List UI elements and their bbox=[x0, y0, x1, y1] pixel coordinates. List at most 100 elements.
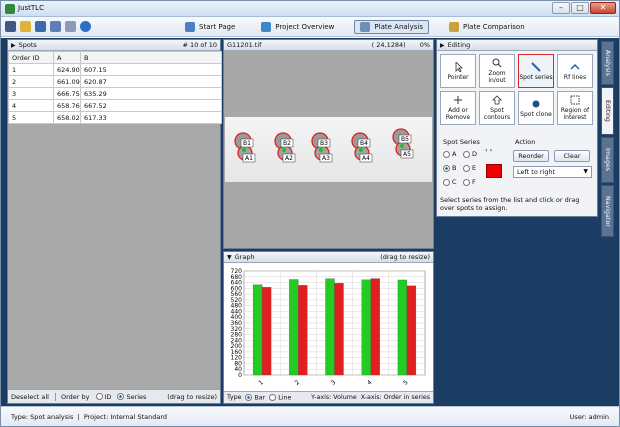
column-header[interactable]: Order ID bbox=[8, 51, 54, 64]
radio-circle bbox=[463, 164, 470, 172]
spot-center-marker bbox=[359, 148, 363, 152]
x-tick-label: 3 bbox=[330, 379, 338, 387]
spots-count: # 10 of 10 bbox=[182, 41, 217, 49]
tool-label: Region of interest bbox=[560, 107, 590, 121]
editing-header[interactable]: ▶ Editing bbox=[437, 40, 597, 51]
plate-spot-2[interactable]: B2 A2 bbox=[274, 132, 296, 163]
series-radio-d[interactable]: D bbox=[463, 150, 477, 158]
bar-b-3 bbox=[334, 283, 344, 376]
bar-a-5 bbox=[397, 279, 408, 376]
cell[interactable]: 4 bbox=[8, 99, 54, 112]
spots-title: Spots bbox=[18, 41, 37, 49]
drag-hint: (drag to resize) bbox=[380, 253, 430, 261]
radio-label: ID bbox=[104, 392, 112, 401]
cell[interactable]: 661.09 bbox=[53, 75, 81, 88]
add-remove-tool-button[interactable]: Add or Remove bbox=[440, 91, 476, 125]
open-icon[interactable] bbox=[20, 21, 31, 32]
radio-label: Bar bbox=[254, 394, 266, 402]
cell[interactable]: 667.52 bbox=[80, 99, 222, 112]
tab-navigator[interactable]: Navigator bbox=[601, 185, 614, 237]
tool-label: Spot contours bbox=[483, 107, 511, 121]
series-radio-a[interactable]: A bbox=[443, 150, 456, 158]
tab-label: Plate Comparison bbox=[463, 23, 525, 31]
menu-icon[interactable] bbox=[5, 21, 16, 32]
spot-series-tool-button[interactable]: Spot series bbox=[518, 54, 554, 88]
table-row[interactable]: 5 658.02 617.33 bbox=[8, 111, 222, 124]
column-header[interactable]: A bbox=[53, 51, 81, 64]
table-row[interactable]: 2 661.09 620.87 bbox=[8, 75, 222, 88]
rf-lines-icon bbox=[570, 63, 580, 70]
pointer-tool-button[interactable]: Pointer bbox=[440, 54, 476, 88]
tab-start-page[interactable]: Start Page bbox=[179, 20, 241, 34]
collapse-icon[interactable]: ▶ bbox=[440, 42, 445, 49]
rf-lines-tool-button[interactable]: Rf lines bbox=[557, 54, 593, 88]
cell[interactable]: 3 bbox=[8, 87, 54, 100]
tab-editing[interactable]: Editing bbox=[601, 87, 614, 135]
help-icon[interactable] bbox=[80, 21, 91, 32]
region-of-interest-tool-button[interactable]: Region of interest bbox=[557, 91, 593, 125]
close-button[interactable]: ✕ bbox=[590, 2, 616, 14]
cell[interactable]: 617.33 bbox=[80, 111, 222, 124]
table-row[interactable]: 1 624.90 607.15 bbox=[8, 63, 222, 76]
cell[interactable]: 624.90 bbox=[53, 63, 81, 76]
spots-table: Order ID A B 1 624.90 607.15 2 661.09 620.87… bbox=[8, 51, 222, 124]
spots-header[interactable]: ▶ Spots # 10 of 10 bbox=[8, 40, 220, 51]
export-icon[interactable] bbox=[50, 21, 61, 32]
spot-contours-tool-button[interactable]: Spot contours bbox=[479, 91, 515, 125]
cell[interactable]: 635.29 bbox=[80, 87, 222, 100]
type-line-radio[interactable]: Line bbox=[269, 393, 291, 401]
plate-spot-3[interactable]: B3 A3 bbox=[311, 132, 333, 163]
column-header[interactable]: B bbox=[80, 51, 222, 64]
clear-button[interactable]: Clear bbox=[554, 150, 590, 162]
tlc-plate-image[interactable]: B1 A1 B2 A2 B3 A3 B4 A4 B5 A5 bbox=[225, 117, 432, 182]
magnifier-icon bbox=[492, 58, 502, 68]
analysis-icon bbox=[360, 22, 371, 32]
series-radio-c[interactable]: C bbox=[443, 178, 457, 186]
series-radio-b[interactable]: B bbox=[443, 164, 456, 172]
series-color-swatch[interactable] bbox=[486, 164, 502, 178]
table-row[interactable]: 3 666.75 635.29 bbox=[8, 87, 222, 100]
cell[interactable]: 620.87 bbox=[80, 75, 222, 88]
maximize-button[interactable]: □ bbox=[571, 2, 589, 14]
undo-icon[interactable] bbox=[65, 21, 76, 32]
spot-clone-tool-button[interactable]: Spot clone bbox=[518, 91, 554, 125]
cell[interactable]: 666.75 bbox=[53, 87, 81, 100]
spot-center-marker bbox=[242, 148, 246, 152]
direction-select[interactable]: Left to right ▼ bbox=[513, 166, 592, 178]
series-nav-arrows[interactable]: ‹ › bbox=[485, 146, 492, 154]
tab-plate-comparison[interactable]: Plate Comparison bbox=[443, 20, 531, 34]
plate-spot-5[interactable]: B5 A5 bbox=[392, 128, 414, 159]
minimize-button[interactable]: – bbox=[552, 2, 570, 14]
order-id-radio[interactable]: ID bbox=[95, 392, 112, 401]
series-radio-e[interactable]: E bbox=[463, 164, 476, 172]
series-radio-f[interactable]: F bbox=[463, 178, 476, 186]
save-icon[interactable] bbox=[35, 21, 46, 32]
cell[interactable]: 658.02 bbox=[53, 111, 81, 124]
cell[interactable]: 1 bbox=[8, 63, 54, 76]
collapse-icon[interactable]: ▶ bbox=[11, 42, 16, 49]
tab-plate-analysis[interactable]: Plate Analysis bbox=[354, 20, 429, 34]
cell[interactable]: 5 bbox=[8, 111, 54, 124]
deselect-all-button[interactable]: Deselect all bbox=[11, 393, 49, 401]
plate-spot-1[interactable]: B1 A1 bbox=[234, 132, 256, 163]
region-icon bbox=[570, 95, 580, 105]
zoom-tool-button[interactable]: Zoom in/out bbox=[479, 54, 515, 88]
window-title: JustTLC bbox=[18, 4, 44, 12]
y-axis-label: Y-axis: Volume bbox=[311, 394, 357, 401]
graph-header[interactable]: ▼ Graph (drag to resize) bbox=[224, 252, 433, 263]
cell[interactable]: 2 bbox=[8, 75, 54, 88]
x-tick-label: 1 bbox=[257, 379, 265, 387]
collapse-icon[interactable]: ▼ bbox=[227, 254, 232, 261]
tab-images[interactable]: Images bbox=[601, 137, 614, 183]
tab-project-overview[interactable]: Project Overview bbox=[255, 20, 340, 34]
tab-analysis[interactable]: Analysis bbox=[601, 41, 614, 85]
cell[interactable]: 607.15 bbox=[80, 63, 222, 76]
plate-spot-4[interactable]: B4 A4 bbox=[351, 132, 373, 163]
cell[interactable]: 658.76 bbox=[53, 99, 81, 112]
table-row[interactable]: 4 658.76 667.52 bbox=[8, 99, 222, 112]
type-bar-radio[interactable]: Bar bbox=[245, 393, 266, 402]
plate-svg: B1 A1 B2 A2 B3 A3 B4 A4 B5 A5 bbox=[234, 128, 414, 163]
spot-center-marker bbox=[400, 144, 404, 148]
reorder-button[interactable]: Reorder bbox=[513, 150, 549, 162]
order-series-radio[interactable]: Series bbox=[117, 393, 146, 401]
